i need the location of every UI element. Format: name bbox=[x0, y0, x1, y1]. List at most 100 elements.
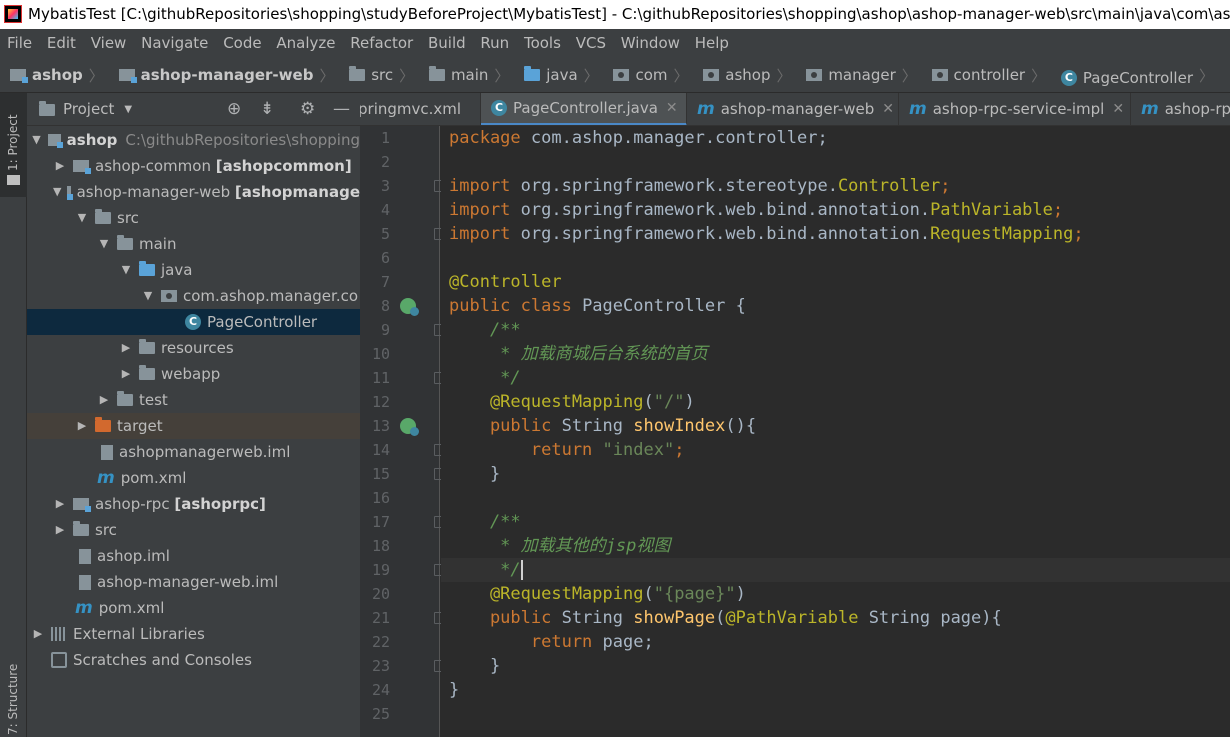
crumb-pagecontroller[interactable]: C PageController bbox=[1060, 60, 1193, 96]
menu-navigate[interactable]: Navigate bbox=[141, 29, 208, 57]
project-view-selector[interactable]: Project ▼ bbox=[39, 93, 132, 126]
code-line-19: */ bbox=[449, 560, 523, 580]
tree-item-ashop-common[interactable]: ▶ ashop-common [ashopcommon] bbox=[27, 153, 360, 179]
line-number: 16 bbox=[371, 489, 390, 507]
menu-window[interactable]: Window bbox=[621, 29, 680, 57]
code-line-9: /** bbox=[449, 320, 521, 340]
package-icon bbox=[161, 290, 177, 302]
code-editor[interactable]: package com.ashop.manager.controller; im… bbox=[441, 126, 1230, 737]
menu-code[interactable]: Code bbox=[223, 29, 261, 57]
tree-item-root-pom[interactable]: m pom.xml bbox=[27, 595, 360, 621]
folder-icon bbox=[349, 66, 366, 81]
menu-vcs[interactable]: VCS bbox=[576, 29, 606, 57]
tree-item-pom[interactable]: m pom.xml bbox=[27, 465, 360, 491]
menu-file[interactable]: File bbox=[7, 29, 32, 57]
tree-item-scratches[interactable]: Scratches and Consoles bbox=[27, 647, 360, 673]
tab-ashop-manager-web[interactable]: m ashop-manager-web ✕ bbox=[687, 93, 899, 125]
crumb-src[interactable]: src bbox=[349, 57, 393, 93]
close-icon[interactable]: ✕ bbox=[882, 93, 894, 125]
menu-help[interactable]: Help bbox=[695, 29, 729, 57]
tree-item-resources[interactable]: ▶ resources bbox=[27, 335, 360, 361]
tree-item-ashop-manager-web[interactable]: ▼ ashop-manager-web [ashopmanage bbox=[27, 179, 360, 205]
crumb-ashop[interactable]: ashop bbox=[10, 57, 83, 93]
tree-item-iml[interactable]: ashopmanagerweb.iml bbox=[27, 439, 360, 465]
project-folder-icon bbox=[7, 175, 20, 185]
menu-edit[interactable]: Edit bbox=[47, 29, 76, 57]
tree-item-test[interactable]: ▶ test bbox=[27, 387, 360, 413]
dropdown-arrow-icon: ▼ bbox=[124, 104, 133, 115]
menu-run[interactable]: Run bbox=[480, 29, 509, 57]
structure-tool-tab[interactable]: 7: Structure bbox=[0, 663, 27, 737]
code-line-17: /** bbox=[449, 512, 521, 532]
tree-item-webapp[interactable]: ▶ webapp bbox=[27, 361, 360, 387]
module-icon bbox=[118, 69, 137, 83]
tree-item-src[interactable]: ▼ src bbox=[27, 205, 360, 231]
close-icon[interactable]: ✕ bbox=[1112, 93, 1124, 125]
code-line-14: return "index"; bbox=[449, 440, 685, 460]
code-line-18: * 加载其他的jsp视图 bbox=[449, 536, 671, 556]
crumb-ashop-manager-web[interactable]: ashop-manager-web bbox=[118, 57, 313, 93]
tree-item-external-libraries[interactable]: ▶ External Libraries bbox=[27, 621, 360, 647]
left-tool-strip: 1: Project 7: Structure bbox=[0, 93, 27, 737]
collapsed-arrow-icon: ▶ bbox=[121, 341, 131, 354]
maven-icon: m bbox=[75, 598, 93, 618]
tree-item-java[interactable]: ▼ java bbox=[27, 257, 360, 283]
tab-ashop-rp[interactable]: m ashop-rp bbox=[1131, 93, 1230, 125]
tree-item-ashop-rpc[interactable]: ▶ ashop-rpc [ashoprpc] bbox=[27, 491, 360, 517]
tree-item-src-root[interactable]: ▶ src bbox=[27, 517, 360, 543]
tree-item-target[interactable]: ▶ target bbox=[27, 413, 360, 439]
folder-icon bbox=[117, 235, 133, 250]
tree-item-pagecontroller[interactable]: C PageController bbox=[27, 309, 360, 335]
class-icon: C bbox=[491, 100, 507, 116]
class-icon: C bbox=[185, 314, 201, 330]
tree-item-ashop[interactable]: ▼ ashop C:\githubRepositories\shopping bbox=[27, 127, 360, 153]
crumb-com[interactable]: com bbox=[613, 57, 668, 93]
tab-ashop-rpc-service-impl[interactable]: m ashop-rpc-service-impl ✕ bbox=[899, 93, 1131, 125]
code-line-1: package com.ashop.manager.controller; bbox=[449, 128, 828, 148]
expanded-arrow-icon: ▼ bbox=[121, 263, 131, 276]
menu-tools[interactable]: Tools bbox=[524, 29, 561, 57]
crumb-java[interactable]: java bbox=[524, 57, 578, 93]
spring-bean-icon[interactable] bbox=[400, 298, 419, 316]
line-number: 22 bbox=[371, 633, 390, 651]
collapsed-arrow-icon: ▶ bbox=[33, 627, 43, 640]
spring-mapping-icon[interactable] bbox=[400, 418, 419, 436]
hide-panel-icon[interactable]: — bbox=[333, 93, 350, 126]
crumb-ashop-package[interactable]: ashop bbox=[703, 57, 771, 93]
module-icon bbox=[66, 186, 73, 200]
line-number: 15 bbox=[371, 465, 390, 483]
menu-refactor[interactable]: Refactor bbox=[350, 29, 413, 57]
library-icon bbox=[51, 627, 67, 641]
tab-springmvc-xml[interactable]: pringmvc.xml bbox=[360, 93, 481, 125]
locate-file-icon[interactable]: ⊕ bbox=[227, 93, 241, 126]
menu-build[interactable]: Build bbox=[428, 29, 466, 57]
maven-icon: m bbox=[697, 99, 715, 119]
crumb-manager[interactable]: manager bbox=[806, 57, 896, 93]
crumb-controller[interactable]: controller bbox=[931, 57, 1025, 93]
iml-file-icon bbox=[101, 444, 113, 460]
tree-item-manager-web-iml[interactable]: ashop-manager-web.iml bbox=[27, 569, 360, 595]
code-line-21: public String showPage(@PathVariable Str… bbox=[449, 608, 1002, 628]
editor-gutter[interactable]: 1 2 3 4 5 6 7 8 9 10 11 12 13 14 15 16 1… bbox=[360, 126, 470, 737]
code-line-5: import org.springframework.web.bind.anno… bbox=[449, 224, 1084, 244]
collapse-all-icon[interactable]: ⇟ bbox=[260, 93, 274, 126]
tree-item-main[interactable]: ▼ main bbox=[27, 231, 360, 257]
crumb-main[interactable]: main bbox=[428, 57, 488, 93]
module-icon bbox=[73, 498, 91, 512]
tree-item-package[interactable]: ▼ com.ashop.manager.co bbox=[27, 283, 360, 309]
menu-analyze[interactable]: Analyze bbox=[276, 29, 335, 57]
tab-pagecontroller[interactable]: C PageController.java ✕ bbox=[481, 93, 687, 125]
excluded-folder-icon bbox=[95, 417, 111, 432]
close-icon[interactable]: ✕ bbox=[666, 93, 678, 125]
code-line-13: public String showIndex(){ bbox=[449, 416, 757, 436]
module-icon bbox=[48, 134, 63, 148]
window-title-bar: MybatisTest [C:\githubRepositories\shopp… bbox=[0, 0, 1230, 29]
tree-item-ashop-iml[interactable]: ashop.iml bbox=[27, 543, 360, 569]
menu-view[interactable]: View bbox=[91, 29, 127, 57]
expanded-arrow-icon: ▼ bbox=[99, 237, 109, 250]
project-tool-tab[interactable]: 1: Project bbox=[0, 93, 27, 197]
line-number: 20 bbox=[371, 585, 390, 603]
line-number: 17 bbox=[371, 513, 390, 531]
gear-icon[interactable]: ⚙ bbox=[300, 93, 315, 126]
iml-file-icon bbox=[79, 548, 91, 564]
